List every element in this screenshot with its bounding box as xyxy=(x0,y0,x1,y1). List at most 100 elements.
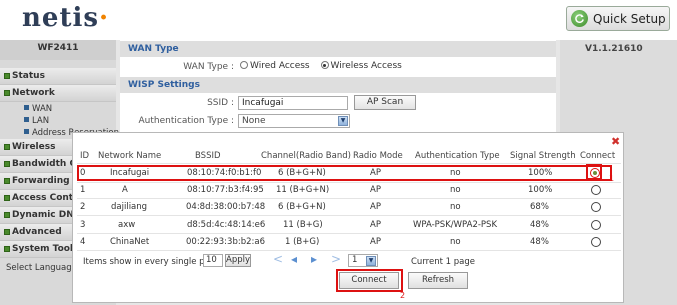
wan-type-options: Wired Access Wireless Access xyxy=(240,61,402,71)
row-3-connect-radio[interactable] xyxy=(591,220,601,230)
column-header-signal-strength: Signal Strength xyxy=(510,151,576,161)
refresh-button[interactable]: Refresh xyxy=(408,272,468,289)
row-4-signal: 48% xyxy=(530,237,549,247)
menu-bullet-icon xyxy=(4,161,10,167)
row-3-auth: WPA-PSK/WPA2-PSK xyxy=(413,220,498,230)
firmware-version: V1.1.21610 xyxy=(585,44,643,54)
wireless-access-radio[interactable]: Wireless Access xyxy=(320,61,402,71)
row-3-radio-mode: AP xyxy=(370,220,381,230)
sidebar-item-status[interactable]: Status xyxy=(0,68,116,85)
menu-bullet-icon xyxy=(4,90,10,96)
row-1-id: 1 xyxy=(80,185,86,195)
column-header-id: ID xyxy=(80,151,90,161)
items-per-page-input[interactable]: 10 xyxy=(203,254,223,267)
row-1-channel: 11 (B+G+N) xyxy=(276,185,330,195)
row-2-id: 2 xyxy=(80,202,86,212)
row-3-network-name: axw xyxy=(118,220,136,230)
wired-access-radio[interactable]: Wired Access xyxy=(240,61,310,71)
row-2-network-name: dajiliang xyxy=(111,202,148,212)
first-page-icon[interactable]: < xyxy=(273,252,283,266)
menu-bullet-icon xyxy=(4,229,10,235)
refresh-circle-icon xyxy=(571,10,588,27)
chevron-down-icon: ▼ xyxy=(366,256,376,266)
items-per-page-label: Items show in every single page xyxy=(83,257,221,267)
column-header-network-name: Network Name xyxy=(98,151,162,161)
page-select[interactable]: 1 ▼ xyxy=(348,254,378,267)
next-page-icon[interactable]: ▸ xyxy=(311,252,317,266)
row-2-connect-radio[interactable] xyxy=(591,202,601,212)
connect-button[interactable]: Connect xyxy=(339,272,399,289)
select-language-label[interactable]: Select Language xyxy=(6,263,77,273)
table-divider xyxy=(77,233,621,234)
row-2-bssid: 04:8d:38:00:b7:48 xyxy=(186,202,266,212)
menu-bullet-icon xyxy=(4,144,10,150)
table-divider xyxy=(77,250,621,251)
row-1-connect-radio[interactable] xyxy=(591,185,601,195)
ssid-input[interactable]: Incafugai xyxy=(238,96,348,110)
row-1-radio-mode: AP xyxy=(370,185,381,195)
column-header-bssid: BSSID xyxy=(195,151,221,161)
radio-icon xyxy=(240,61,248,69)
wan-type-label: WAN Type : xyxy=(183,62,234,72)
header: netis· Quick Setup xyxy=(0,0,677,40)
submenu-bullet-icon xyxy=(24,117,29,122)
row-4-network-name: ChinaNet xyxy=(110,237,150,247)
row-1-network-name: A xyxy=(122,185,128,195)
row-2-signal: 68% xyxy=(530,202,549,212)
authentication-type-select[interactable]: None ▼ xyxy=(238,114,350,128)
table-divider xyxy=(77,198,621,199)
row-1-auth: no xyxy=(450,185,461,195)
row-4-channel: 1 (B+G) xyxy=(285,237,320,247)
authentication-type-value: None xyxy=(242,116,266,126)
selected-radio-highlight xyxy=(586,164,602,180)
menu-bullet-icon xyxy=(4,178,10,184)
row-4-auth: no xyxy=(450,237,461,247)
ap-scan-button[interactable]: AP Scan xyxy=(354,95,416,110)
apply-button[interactable]: Apply xyxy=(225,254,251,267)
row-3-signal: 48% xyxy=(530,220,549,230)
last-page-icon[interactable]: > xyxy=(331,252,341,266)
main-content: WAN Type WAN Type : Wired Access Wireles… xyxy=(120,40,556,140)
wisp-settings-section-title: WISP Settings xyxy=(120,77,556,93)
sidebar-subitem-wan[interactable]: WAN xyxy=(24,104,52,114)
row-4-bssid: 00:22:93:3b:b2:a6 xyxy=(186,237,265,247)
row-4-radio-mode: AP xyxy=(370,237,381,247)
menu-bullet-icon xyxy=(4,246,10,252)
column-header-radio-mode: Radio Mode xyxy=(353,151,403,161)
close-icon[interactable]: ✖ xyxy=(611,135,620,148)
netis-logo: netis· xyxy=(22,3,110,33)
quick-setup-label: Quick Setup xyxy=(593,11,666,26)
menu-bullet-icon xyxy=(4,195,10,201)
row-2-channel: 6 (B+G+N) xyxy=(278,202,326,212)
menu-bullet-icon xyxy=(4,212,10,218)
quick-setup-button[interactable]: Quick Setup xyxy=(566,6,670,31)
submenu-bullet-icon xyxy=(24,129,29,134)
submenu-bullet-icon xyxy=(24,105,29,110)
row-3-channel: 11 (B+G) xyxy=(283,220,323,230)
sidebar-subitem-lan[interactable]: LAN xyxy=(24,116,49,126)
ap-scan-popup: ✖ ID Network Name BSSID Channel(Radio Ba… xyxy=(72,132,624,303)
chevron-down-icon: ▼ xyxy=(338,116,348,126)
table-divider xyxy=(77,182,621,183)
current-page-text: Current 1 page xyxy=(411,257,475,267)
row-3-bssid: d8:5d:4c:48:14:e6 xyxy=(187,220,266,230)
table-divider xyxy=(77,163,621,164)
column-header-channel: Channel(Radio Band) xyxy=(261,151,351,161)
row-1-signal: 100% xyxy=(528,185,553,195)
model-name: WF2411 xyxy=(0,40,116,60)
annotation-2: 2 xyxy=(400,291,406,300)
row-4-connect-radio[interactable] xyxy=(591,237,601,247)
column-header-connect: Connect xyxy=(580,151,616,161)
wan-type-section-title: WAN Type xyxy=(120,41,556,57)
row-4-id: 4 xyxy=(80,237,86,247)
selected-row-highlight xyxy=(77,165,612,181)
table-divider xyxy=(77,215,621,216)
row-2-radio-mode: AP xyxy=(370,202,381,212)
previous-page-icon[interactable]: ◂ xyxy=(291,252,297,266)
menu-bullet-icon xyxy=(4,73,10,79)
radio-selected-icon xyxy=(320,61,329,69)
row-1-bssid: 08:10:77:b3:f4:95 xyxy=(187,185,264,195)
authentication-type-label: Authentication Type : xyxy=(138,116,235,126)
column-header-authentication-type: Authentication Type xyxy=(415,151,500,161)
sidebar-item-network[interactable]: Network xyxy=(0,85,116,102)
